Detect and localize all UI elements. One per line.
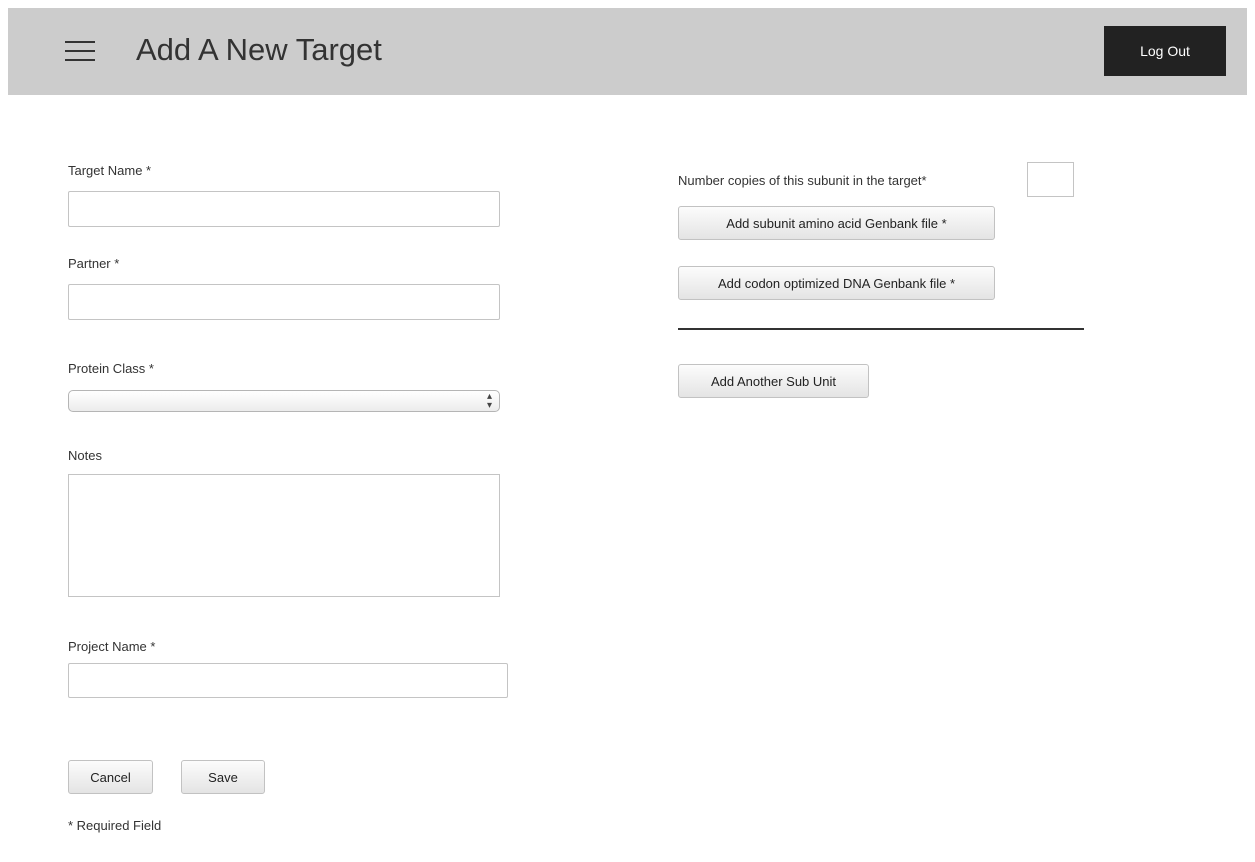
top-header: Add A New Target Log Out bbox=[8, 8, 1247, 95]
target-name-input[interactable] bbox=[68, 191, 500, 227]
project-name-input[interactable] bbox=[68, 663, 508, 698]
partner-label: Partner * bbox=[68, 256, 120, 271]
section-divider bbox=[678, 328, 1084, 330]
partner-input[interactable] bbox=[68, 284, 500, 320]
page-title: Add A New Target bbox=[136, 32, 382, 67]
save-button[interactable]: Save bbox=[181, 760, 265, 794]
subunit-copies-input[interactable] bbox=[1027, 162, 1074, 197]
logout-button[interactable]: Log Out bbox=[1104, 26, 1226, 76]
hamburger-menu-icon[interactable] bbox=[65, 39, 95, 63]
notes-textarea[interactable] bbox=[68, 474, 500, 597]
notes-label: Notes bbox=[68, 448, 102, 463]
add-amino-acid-genbank-button[interactable]: Add subunit amino acid Genbank file * bbox=[678, 206, 995, 240]
project-name-label: Project Name * bbox=[68, 639, 156, 654]
cancel-button[interactable]: Cancel bbox=[68, 760, 153, 794]
add-another-subunit-button[interactable]: Add Another Sub Unit bbox=[678, 364, 869, 398]
protein-class-select[interactable]: ▴ ▾ bbox=[68, 390, 500, 412]
select-updown-arrow-icon: ▴ ▾ bbox=[486, 391, 492, 411]
required-field-note: * Required Field bbox=[68, 818, 162, 833]
protein-class-label: Protein Class * bbox=[68, 361, 154, 376]
add-dna-genbank-button[interactable]: Add codon optimized DNA Genbank file * bbox=[678, 266, 995, 300]
target-name-label: Target Name * bbox=[68, 163, 152, 178]
subunit-copies-label: Number copies of this subunit in the tar… bbox=[678, 173, 927, 188]
